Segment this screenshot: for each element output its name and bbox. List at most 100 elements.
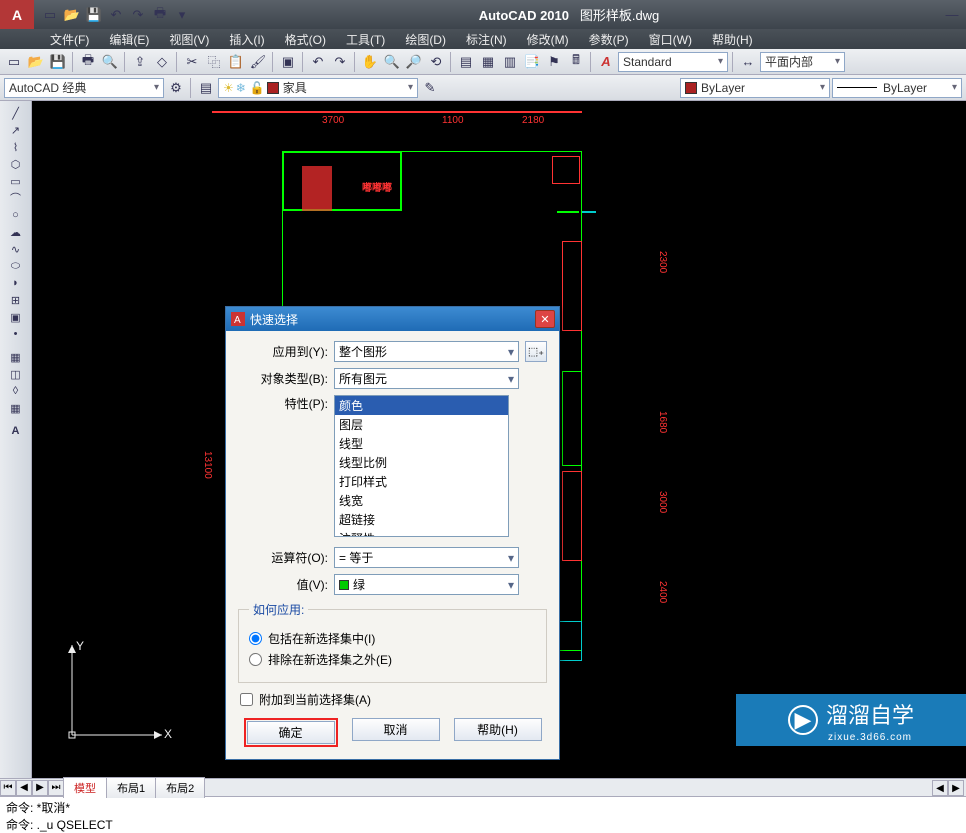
- hatch-icon[interactable]: ▦: [8, 349, 24, 365]
- list-item[interactable]: 图层: [335, 415, 508, 434]
- operator-combo[interactable]: = 等于: [334, 547, 519, 568]
- append-checkbox[interactable]: 附加到当前选择集(A): [240, 691, 547, 708]
- open-file-icon[interactable]: 📂: [26, 52, 46, 72]
- table-icon[interactable]: ▦: [8, 400, 24, 416]
- minimize-icon[interactable]: —: [942, 5, 962, 25]
- radio-exclude[interactable]: 排除在新选择集之外(E): [249, 651, 536, 668]
- 3ddwf-icon[interactable]: ◇: [152, 52, 172, 72]
- command-line[interactable]: 命令: *取消* 命令: ._u QSELECT: [0, 796, 966, 832]
- new-icon[interactable]: ▭: [40, 5, 60, 25]
- print-icon[interactable]: 🖶: [150, 5, 170, 25]
- qat-dropdown-icon[interactable]: ▾: [172, 5, 192, 25]
- textstyle-icon[interactable]: A: [596, 52, 616, 72]
- value-combo[interactable]: 绿: [334, 574, 519, 595]
- markup-icon[interactable]: ⚑: [544, 52, 564, 72]
- mtext-icon[interactable]: A: [8, 423, 24, 439]
- radio-exclude-input[interactable]: [249, 653, 262, 666]
- ellipse-arc-icon[interactable]: ◗: [8, 275, 24, 291]
- pan-icon[interactable]: ✋: [360, 52, 380, 72]
- linetype-combo[interactable]: ByLayer: [832, 78, 962, 98]
- menu-edit[interactable]: 编辑(E): [99, 29, 159, 49]
- save-file-icon[interactable]: 💾: [48, 52, 68, 72]
- cancel-button[interactable]: 取消: [352, 718, 440, 741]
- select-objects-icon[interactable]: ⬚₊: [525, 341, 547, 362]
- textstyle-combo[interactable]: Standard: [618, 52, 728, 72]
- dimstyle-icon[interactable]: ↔: [738, 52, 758, 72]
- publish-icon[interactable]: ⇪: [130, 52, 150, 72]
- tab-model[interactable]: 模型: [63, 777, 107, 798]
- tab-next-icon[interactable]: ▶: [32, 780, 48, 796]
- tool-palette-icon[interactable]: ▥: [500, 52, 520, 72]
- revcloud-icon[interactable]: ☁: [8, 224, 24, 240]
- paste-icon[interactable]: 📋: [226, 52, 246, 72]
- menu-window[interactable]: 窗口(W): [639, 29, 702, 49]
- block-editor-icon[interactable]: ▣: [278, 52, 298, 72]
- circle-icon[interactable]: ○: [8, 207, 24, 223]
- ellipse-icon[interactable]: ⬭: [8, 258, 24, 274]
- layer-props-icon[interactable]: ▤: [196, 78, 216, 98]
- list-item[interactable]: 注释性: [335, 529, 508, 537]
- menu-view[interactable]: 视图(V): [159, 29, 219, 49]
- apply-to-combo[interactable]: 整个图形: [334, 341, 519, 362]
- menu-modify[interactable]: 修改(M): [517, 29, 579, 49]
- tab-first-icon[interactable]: ⏮: [0, 780, 16, 796]
- ok-button[interactable]: 确定: [247, 721, 335, 744]
- tab-layout1[interactable]: 布局1: [106, 777, 156, 798]
- color-combo[interactable]: ByLayer: [680, 78, 830, 98]
- gradient-icon[interactable]: ◫: [8, 366, 24, 382]
- layer-match-icon[interactable]: ✎: [420, 78, 440, 98]
- workspace-combo[interactable]: AutoCAD 经典: [4, 78, 164, 98]
- list-item[interactable]: 颜色: [335, 396, 508, 415]
- menu-draw[interactable]: 绘图(D): [395, 29, 456, 49]
- list-item[interactable]: 线型: [335, 434, 508, 453]
- redo-icon[interactable]: ↷: [128, 5, 148, 25]
- list-item[interactable]: 超链接: [335, 510, 508, 529]
- copy-icon[interactable]: ⿻: [204, 52, 224, 72]
- menu-tools[interactable]: 工具(T): [336, 29, 395, 49]
- make-block-icon[interactable]: ▣: [8, 309, 24, 325]
- rect-icon[interactable]: ▭: [8, 173, 24, 189]
- save-icon[interactable]: 💾: [84, 5, 104, 25]
- menu-file[interactable]: 文件(F): [40, 29, 99, 49]
- zoom-rt-icon[interactable]: 🔍: [382, 52, 402, 72]
- new-file-icon[interactable]: ▭: [4, 52, 24, 72]
- zoom-win-icon[interactable]: 🔎: [404, 52, 424, 72]
- insert-block-icon[interactable]: ⊞: [8, 292, 24, 308]
- property-listbox[interactable]: 颜色 图层 线型 线型比例 打印样式 线宽 超链接 注释性: [334, 395, 509, 537]
- design-center-icon[interactable]: ▦: [478, 52, 498, 72]
- close-icon[interactable]: ✕: [535, 310, 555, 328]
- help-button[interactable]: 帮助(H): [454, 718, 542, 741]
- xline-icon[interactable]: ↗: [8, 122, 24, 138]
- properties-icon[interactable]: ▤: [456, 52, 476, 72]
- undo2-icon[interactable]: ↶: [308, 52, 328, 72]
- dimstyle-combo[interactable]: 平面内部: [760, 52, 845, 72]
- list-item[interactable]: 打印样式: [335, 472, 508, 491]
- radio-include[interactable]: 包括在新选择集中(I): [249, 630, 536, 647]
- scroll-right-icon[interactable]: ▶: [948, 780, 964, 796]
- quickcalc-icon[interactable]: 🖩: [566, 52, 586, 72]
- open-icon[interactable]: 📂: [62, 5, 82, 25]
- menu-param[interactable]: 参数(P): [579, 29, 639, 49]
- region-icon[interactable]: ◊: [8, 383, 24, 399]
- plot-preview-icon[interactable]: 🔍: [100, 52, 120, 72]
- spline-icon[interactable]: ∿: [8, 241, 24, 257]
- cut-icon[interactable]: ✂: [182, 52, 202, 72]
- drawing-canvas[interactable]: 3700 1100 2180 嘟嘟嘟 2300 13100 1680 3000 …: [32, 101, 966, 778]
- arc-icon[interactable]: ⌒: [8, 190, 24, 206]
- zoom-prev-icon[interactable]: ⟲: [426, 52, 446, 72]
- sheet-set-icon[interactable]: 📑: [522, 52, 542, 72]
- menu-insert[interactable]: 插入(I): [219, 29, 274, 49]
- menu-help[interactable]: 帮助(H): [702, 29, 763, 49]
- list-item[interactable]: 线宽: [335, 491, 508, 510]
- obj-type-combo[interactable]: 所有图元: [334, 368, 519, 389]
- polygon-icon[interactable]: ⬡: [8, 156, 24, 172]
- undo-icon[interactable]: ↶: [106, 5, 126, 25]
- plot-icon[interactable]: 🖶: [78, 52, 98, 72]
- point-icon[interactable]: •: [8, 326, 24, 342]
- tab-layout2[interactable]: 布局2: [155, 777, 205, 798]
- tab-last-icon[interactable]: ⏭: [48, 780, 64, 796]
- scroll-left-icon[interactable]: ◀: [932, 780, 948, 796]
- menu-format[interactable]: 格式(O): [275, 29, 336, 49]
- radio-include-input[interactable]: [249, 632, 262, 645]
- redo2-icon[interactable]: ↷: [330, 52, 350, 72]
